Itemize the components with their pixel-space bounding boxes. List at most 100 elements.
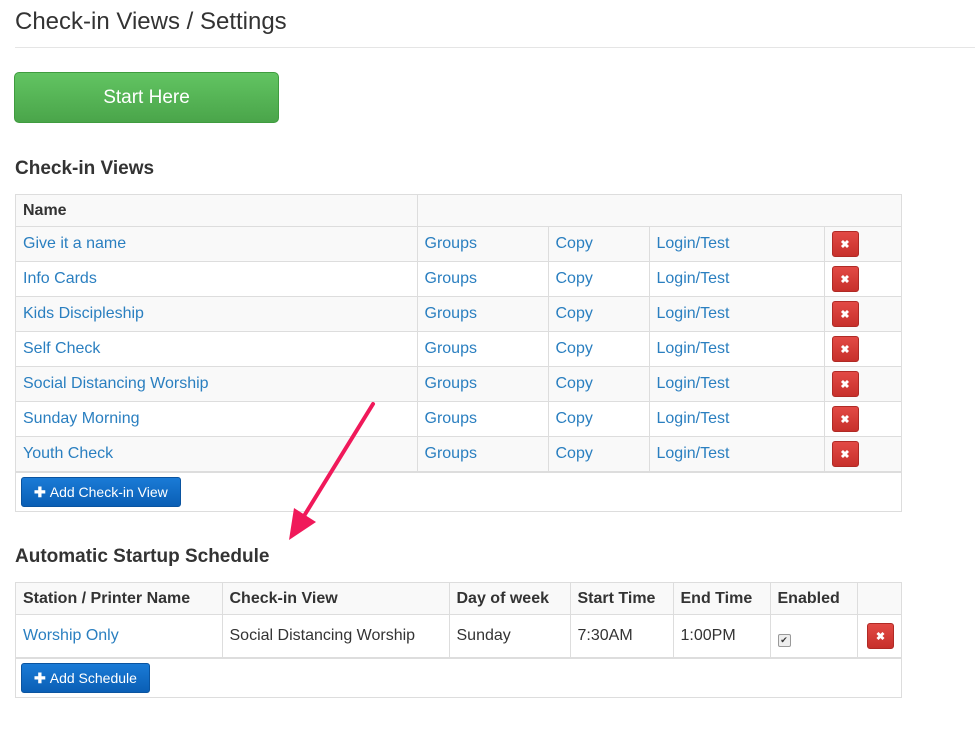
groups-cell: Groups [416,296,549,332]
checkin-views-panel: Name Give it a name Groups Copy Login/Test ✖… [15,194,902,512]
login-test-cell: Login/Test [648,401,825,437]
copy-cell: Copy [547,296,650,332]
view-name-link[interactable]: Kids Discipleship [23,305,144,322]
copy-link[interactable]: Copy [556,410,593,427]
x-icon: ✖ [875,630,886,643]
delete-view-button[interactable]: ✖ [831,336,859,362]
delete-cell: ✖ [856,614,901,658]
column-header-checkin-view: Check-in View [221,583,450,615]
groups-link[interactable]: Groups [425,340,477,357]
station-cell: Worship Only [16,614,223,658]
view-name-cell: Youth Check [16,436,418,472]
delete-view-button[interactable]: ✖ [831,406,859,432]
view-name-cell: Give it a name [16,226,418,262]
column-header-enabled: Enabled [769,583,858,615]
delete-cell: ✖ [823,261,901,297]
login-test-link[interactable]: Login/Test [657,445,730,462]
column-header-delete [856,583,901,615]
login-test-link[interactable]: Login/Test [657,410,730,427]
copy-link[interactable]: Copy [556,340,593,357]
login-test-cell: Login/Test [648,366,825,402]
copy-cell: Copy [547,436,650,472]
enabled-checkbox[interactable]: ✔ [777,634,791,647]
checkin-views-heading: Check-in Views [15,158,155,179]
x-icon: ✖ [840,343,850,356]
login-test-cell: Login/Test [648,296,825,332]
checkin-views-table: Name Give it a name Groups Copy Login/Test ✖… [16,195,901,472]
view-name-link[interactable]: Give it a name [23,235,126,252]
groups-link[interactable]: Groups [425,235,477,252]
delete-view-button[interactable]: ✖ [831,371,859,397]
delete-cell: ✖ [823,226,901,262]
table-row: Give it a name Groups Copy Login/Test ✖ [16,226,901,262]
delete-schedule-button[interactable]: ✖ [867,623,894,649]
login-test-cell: Login/Test [648,226,825,262]
groups-link[interactable]: Groups [425,410,477,427]
schedule-heading: Automatic Startup Schedule [15,546,270,567]
view-name-link[interactable]: Self Check [23,340,100,357]
copy-link[interactable]: Copy [556,235,593,252]
table-row: Youth Check Groups Copy Login/Test ✖ [16,436,901,472]
groups-link[interactable]: Groups [425,270,477,287]
start-here-button[interactable]: Start Here [14,72,279,123]
view-name-link[interactable]: Info Cards [23,270,97,287]
station-name-link[interactable]: Worship Only [23,627,119,644]
column-header-station: Station / Printer Name [16,583,223,615]
x-icon: ✖ [840,273,850,286]
add-schedule-label: Add Schedule [49,670,137,686]
copy-link[interactable]: Copy [556,305,593,322]
view-name-link[interactable]: Youth Check [23,445,113,462]
column-header-actions [416,195,901,227]
delete-view-button[interactable]: ✖ [831,301,859,327]
column-header-start-time: Start Time [569,583,674,615]
add-schedule-button[interactable]: ✚ Add Schedule [21,663,150,693]
copy-link[interactable]: Copy [556,445,593,462]
copy-cell: Copy [547,261,650,297]
groups-cell: Groups [416,331,549,367]
groups-cell: Groups [416,401,549,437]
enabled-cell: ✔ [769,614,858,658]
table-row: Worship Only Social Distancing Worship Sun… [16,614,901,658]
view-name-cell: Kids Discipleship [16,296,418,332]
copy-link[interactable]: Copy [556,270,593,287]
add-checkin-view-button[interactable]: ✚ Add Check-in View [21,477,181,507]
login-test-link[interactable]: Login/Test [657,305,730,322]
schedule-panel: Station / Printer Name Check-in View Day… [15,582,902,698]
copy-link[interactable]: Copy [556,375,593,392]
login-test-link[interactable]: Login/Test [657,340,730,357]
view-name-link[interactable]: Social Distancing Worship [23,375,209,392]
groups-cell: Groups [416,436,549,472]
view-name-cell: Info Cards [16,261,418,297]
view-name-cell: Social Distancing Worship [16,366,418,402]
add-checkin-view-label: Add Check-in View [49,484,168,500]
delete-cell: ✖ [823,296,901,332]
column-header-end-time: End Time [672,583,771,615]
copy-cell: Copy [547,401,650,437]
x-icon: ✖ [840,448,850,461]
delete-view-button[interactable]: ✖ [831,231,859,257]
checkin-view-cell: Social Distancing Worship [221,614,450,658]
delete-cell: ✖ [823,436,901,472]
delete-view-button[interactable]: ✖ [831,266,859,292]
x-icon: ✖ [840,308,850,321]
schedule-footer: ✚ Add Schedule [16,658,901,697]
login-test-link[interactable]: Login/Test [657,375,730,392]
login-test-link[interactable]: Login/Test [657,235,730,252]
day-of-week-cell: Sunday [448,614,571,658]
groups-link[interactable]: Groups [425,375,477,392]
login-test-cell: Login/Test [648,436,825,472]
groups-cell: Groups [416,226,549,262]
start-time-cell: 7:30AM [569,614,674,658]
login-test-cell: Login/Test [648,261,825,297]
login-test-link[interactable]: Login/Test [657,270,730,287]
groups-link[interactable]: Groups [425,445,477,462]
login-test-cell: Login/Test [648,331,825,367]
table-row: Info Cards Groups Copy Login/Test ✖ [16,261,901,297]
delete-view-button[interactable]: ✖ [831,441,859,467]
copy-cell: Copy [547,331,650,367]
groups-cell: Groups [416,261,549,297]
view-name-link[interactable]: Sunday Morning [23,410,140,427]
view-name-cell: Self Check [16,331,418,367]
groups-link[interactable]: Groups [425,305,477,322]
checkin-views-footer: ✚ Add Check-in View [16,472,901,511]
